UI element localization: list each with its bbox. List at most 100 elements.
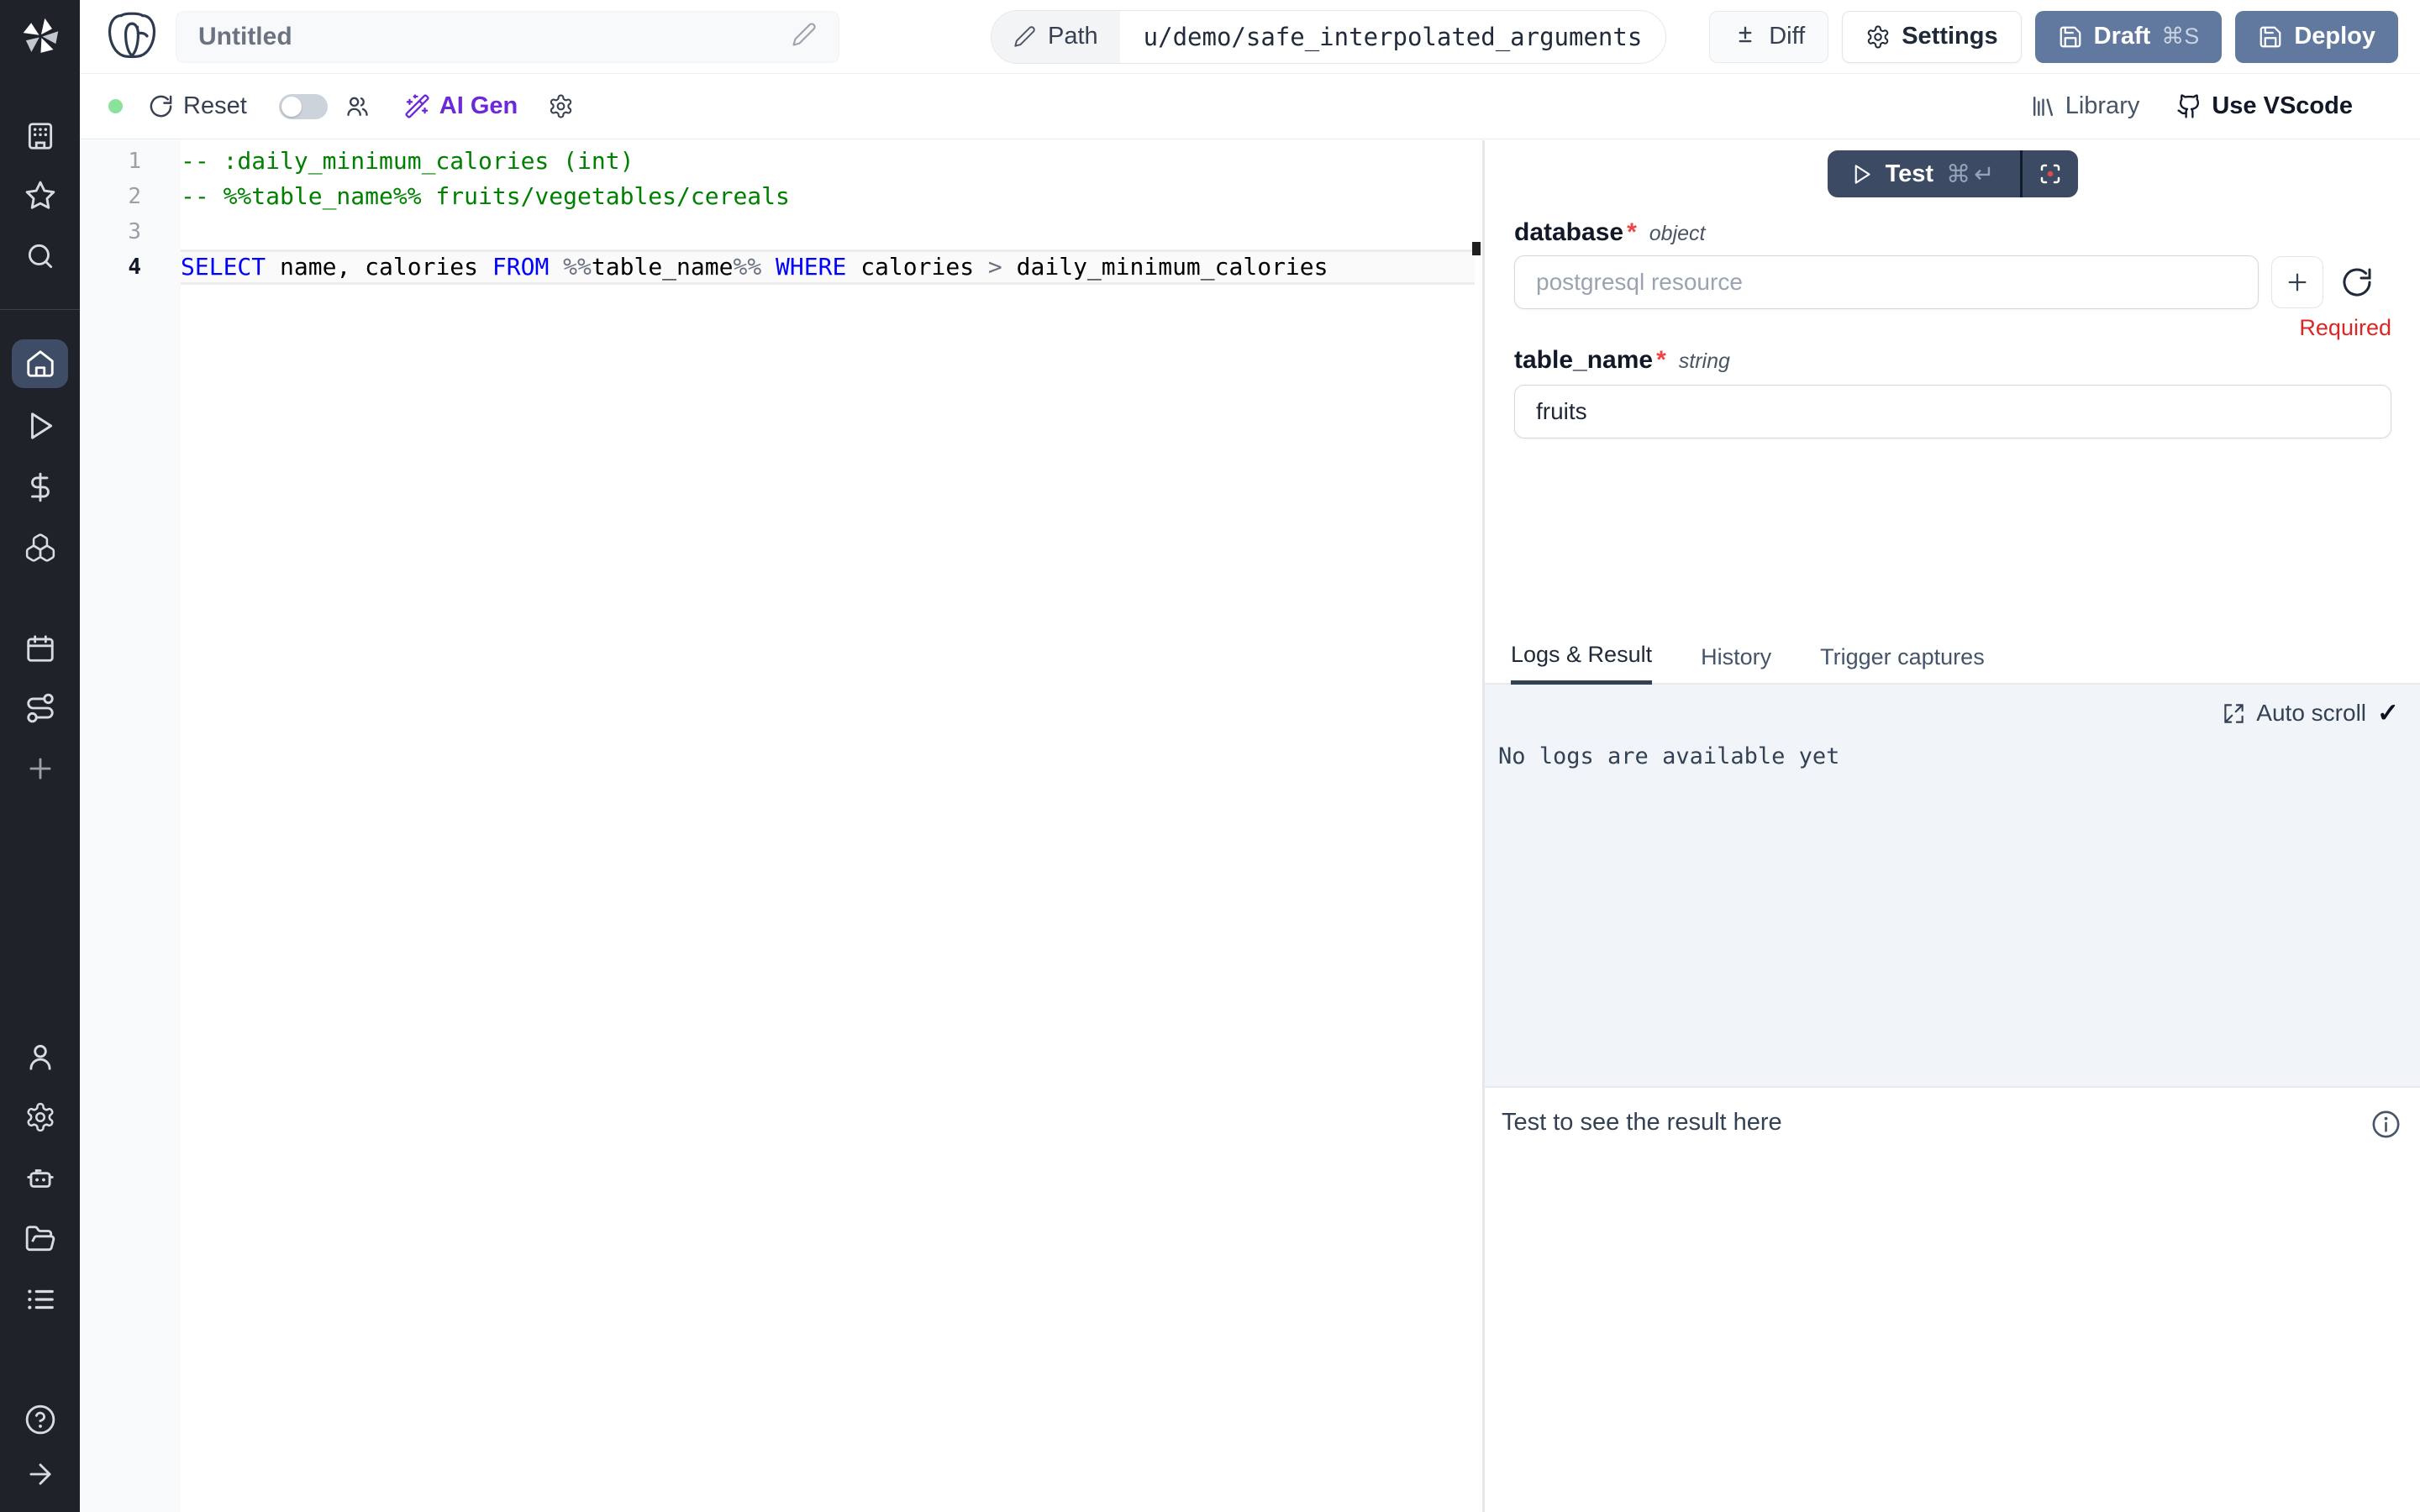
star-icon[interactable] — [0, 180, 80, 212]
capture-icon — [2038, 161, 2063, 186]
editor-toolbar: Reset AI Gen Library Use VScode — [80, 74, 2420, 139]
result-pane: Test to see the result here — [1485, 1088, 2420, 1512]
editor-gutter — [80, 140, 181, 1512]
use-vscode-button[interactable]: Use VScode — [2176, 92, 2353, 120]
collab-toggle[interactable] — [279, 94, 328, 119]
sidebar-divider — [0, 309, 80, 310]
refresh-icon — [2340, 265, 2374, 299]
draft-label: Draft — [2094, 23, 2151, 50]
database-label: database — [1514, 218, 1623, 247]
code-line[interactable]: 3 — [181, 214, 1475, 249]
list-icon[interactable] — [0, 1284, 80, 1315]
arguments-form: Test ⌘↵ database * object postgresql res… — [1485, 140, 2420, 634]
help-icon[interactable] — [0, 1404, 80, 1436]
capture-button[interactable] — [2023, 150, 2078, 197]
tab-trigger-captures[interactable]: Trigger captures — [1820, 644, 1985, 683]
user-icon[interactable] — [0, 1041, 80, 1073]
logs-pane: Auto scroll ✓ No logs are available yet — [1485, 685, 2420, 1088]
database-input[interactable]: postgresql resource — [1514, 255, 2259, 309]
required-hint: Required — [1514, 315, 2391, 341]
table-name-input[interactable]: fruits — [1514, 385, 2391, 438]
code-editor[interactable]: 1-- :daily_minimum_calories (int)2-- %%t… — [80, 140, 1482, 1512]
reset-button[interactable]: Reset — [148, 92, 247, 120]
reset-label: Reset — [183, 92, 247, 120]
path-value: u/demo/safe_interpolated_arguments — [1120, 11, 1666, 63]
search-icon[interactable] — [0, 240, 80, 272]
robot-icon[interactable] — [0, 1163, 80, 1194]
path-label: Path — [1048, 23, 1098, 50]
route-icon[interactable] — [0, 692, 80, 724]
library-icon — [2030, 93, 2056, 119]
refresh-resources-button[interactable] — [2340, 265, 2374, 299]
calendar-icon[interactable] — [0, 633, 80, 664]
code-lines[interactable]: 1-- :daily_minimum_calories (int)2-- %%t… — [181, 144, 1475, 285]
test-button[interactable]: Test ⌘↵ — [1828, 150, 2021, 197]
settings-button[interactable]: Settings — [1842, 11, 2021, 63]
expand-icon[interactable] — [2223, 702, 2245, 725]
test-label: Test — [1886, 160, 1933, 188]
library-button[interactable]: Library — [2030, 92, 2140, 120]
arrow-right-icon[interactable] — [0, 1458, 80, 1490]
required-asterisk: * — [1627, 218, 1637, 247]
cubes-icon[interactable] — [0, 532, 80, 564]
status-dot — [108, 99, 123, 113]
overview-ruler-mark — [1472, 242, 1481, 255]
dollar-icon[interactable] — [0, 471, 80, 503]
database-field-label: database * object — [1514, 218, 2391, 247]
save-icon — [2058, 24, 2083, 50]
gear-icon[interactable] — [0, 1101, 80, 1133]
diff-icon — [1733, 24, 1758, 50]
tab-history[interactable]: History — [1701, 644, 1771, 683]
test-shortcut: ⌘↵ — [1946, 160, 1997, 189]
run-panel: Test ⌘↵ database * object postgresql res… — [1485, 140, 2420, 1512]
sidebar-item-home[interactable] — [12, 339, 68, 388]
settings-label: Settings — [1902, 23, 1997, 50]
test-button-group: Test ⌘↵ — [1828, 150, 2079, 197]
topbar: Untitled Path u/demo/safe_interpolated_a… — [80, 0, 2420, 74]
table-name-type: string — [1679, 349, 1730, 374]
code-line[interactable]: 1-- :daily_minimum_calories (int) — [181, 144, 1475, 179]
ai-gen-button[interactable]: AI Gen — [404, 92, 518, 120]
deploy-label: Deploy — [2294, 23, 2375, 50]
save-icon — [2258, 24, 2283, 50]
refresh-icon — [148, 93, 174, 119]
tab-logs-result[interactable]: Logs & Result — [1511, 642, 1652, 685]
code-line[interactable]: 2-- %%table_name%% fruits/vegetables/cer… — [181, 179, 1475, 214]
folder-open-icon[interactable] — [0, 1223, 80, 1255]
toggle-knob — [281, 97, 302, 117]
database-placeholder: postgresql resource — [1536, 269, 1743, 296]
logs-empty-message: No logs are available yet — [1498, 743, 1839, 769]
add-resource-button[interactable] — [2271, 256, 2323, 308]
diff-label: Diff — [1769, 23, 1805, 50]
code-line[interactable]: 4SELECT name, calories FROM %%table_name… — [181, 249, 1475, 285]
library-label: Library — [2065, 92, 2140, 120]
sidebar — [0, 0, 80, 1512]
building-icon[interactable] — [0, 120, 80, 152]
editor-settings-icon[interactable] — [548, 93, 574, 119]
use-vscode-label: Use VScode — [2212, 92, 2353, 120]
path-label-segment: Path — [992, 11, 1120, 63]
path-button[interactable]: Path u/demo/safe_interpolated_arguments — [991, 10, 1666, 64]
info-icon[interactable] — [2370, 1109, 2402, 1140]
ai-gen-label: AI Gen — [439, 92, 518, 120]
table-name-value: fruits — [1536, 398, 1587, 425]
diff-button[interactable]: Diff — [1709, 11, 1828, 63]
script-title-field[interactable]: Untitled — [176, 11, 839, 63]
users-icon[interactable] — [345, 93, 371, 119]
play-icon[interactable] — [0, 410, 80, 442]
plus-icon — [2284, 269, 2311, 296]
draft-button[interactable]: Draft ⌘S — [2035, 11, 2223, 63]
edit-title-icon[interactable] — [792, 22, 817, 51]
windmill-logo[interactable] — [0, 12, 80, 60]
deploy-button[interactable]: Deploy — [2235, 11, 2398, 63]
pencil-icon — [1013, 25, 1036, 48]
result-tabs: Logs & Result History Trigger captures — [1485, 634, 2420, 685]
play-icon — [1850, 163, 1873, 186]
plus-icon[interactable] — [0, 753, 80, 785]
result-hint: Test to see the result here — [1502, 1109, 1782, 1137]
required-asterisk: * — [1656, 346, 1666, 375]
auto-scroll-label: Auto scroll — [2256, 700, 2366, 727]
auto-scroll-control[interactable]: Auto scroll ✓ — [2223, 698, 2399, 728]
draft-shortcut: ⌘S — [2161, 24, 2199, 50]
check-icon[interactable]: ✓ — [2377, 698, 2399, 728]
